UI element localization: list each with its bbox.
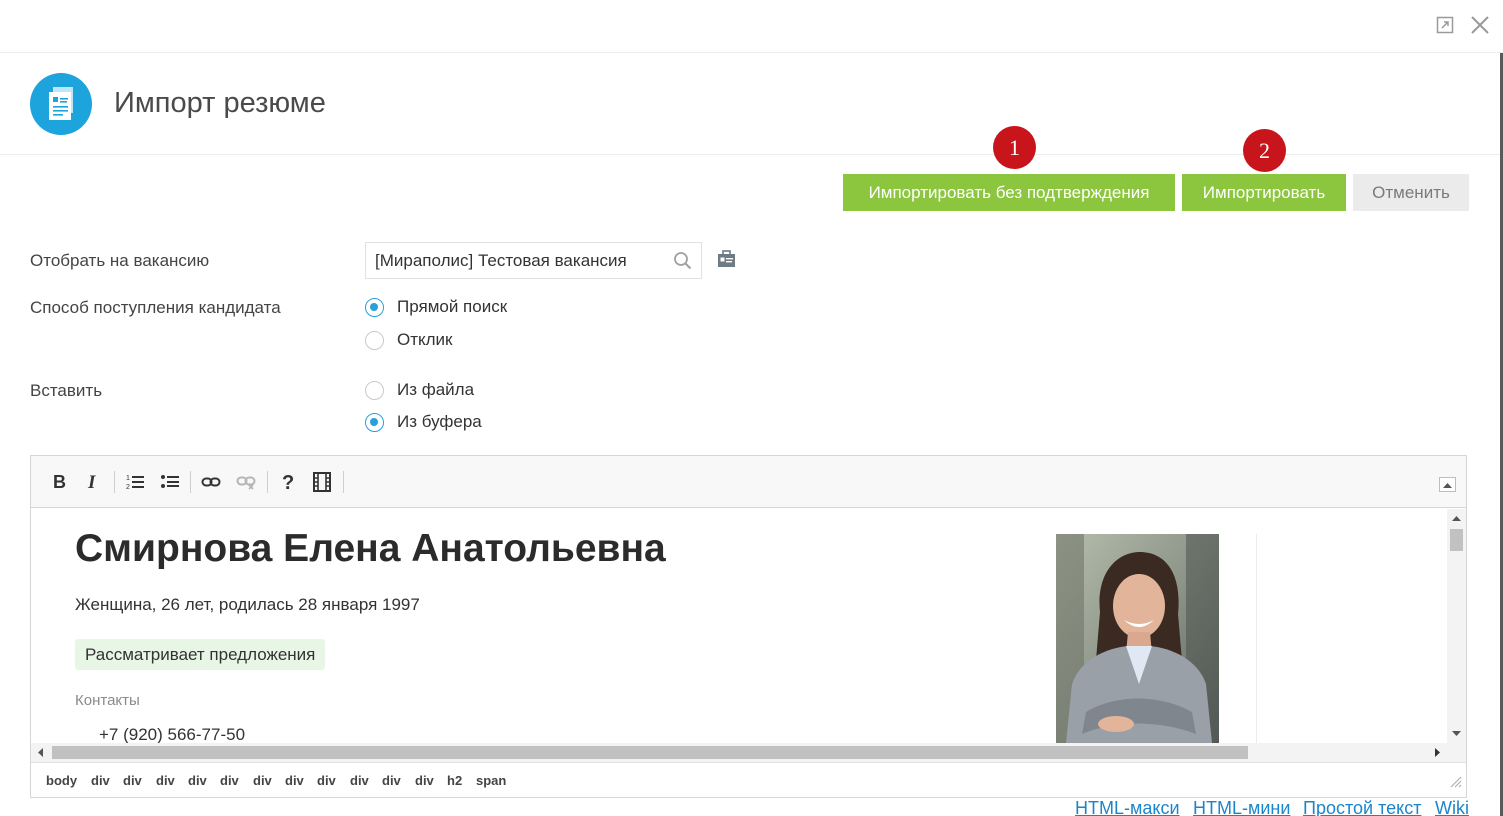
- editor-content[interactable]: Смирнова Елена Анатольевна Женщина, 26 л…: [31, 509, 1447, 743]
- path-item[interactable]: div: [188, 773, 207, 788]
- path-item[interactable]: div: [382, 773, 401, 788]
- rich-text-editor: B I 12 ? Смирнова Елена Анатольевна Женщ…: [30, 455, 1467, 798]
- svg-text:2: 2: [126, 484, 130, 491]
- radio-button[interactable]: [365, 330, 384, 350]
- ordered-list-icon[interactable]: 12: [122, 469, 148, 495]
- editor-toolbar: B I 12 ?: [31, 456, 1466, 508]
- mode-wiki[interactable]: Wiki: [1435, 798, 1469, 816]
- toolbar-divider: [343, 471, 344, 493]
- radio-button-checked[interactable]: [365, 412, 384, 432]
- svg-text:?: ?: [282, 472, 294, 492]
- page-title: Импорт резюме: [114, 87, 326, 119]
- path-item[interactable]: h2: [447, 773, 462, 788]
- element-path-bar: body div div div div div div div div div…: [31, 762, 1466, 797]
- radio-button[interactable]: [365, 380, 384, 400]
- vacancy-label: Отобрать на вакансию: [30, 251, 210, 270]
- import-without-confirmation-button[interactable]: Импортировать без подтверждения: [843, 174, 1175, 211]
- contacts-heading: Контакты: [75, 692, 140, 709]
- link-icon[interactable]: [198, 469, 224, 495]
- radio-label: Прямой поиск: [397, 297, 508, 316]
- insert-label: Вставить: [30, 381, 103, 400]
- import-button[interactable]: Импортировать: [1182, 174, 1346, 211]
- mode-html-maxi[interactable]: HTML-макси: [1075, 798, 1180, 816]
- vacancy-value: [Мираполис] Тестовая вакансия: [375, 251, 627, 270]
- toolbar-divider: [190, 471, 191, 493]
- scroll-corner: [1447, 743, 1466, 762]
- path-item[interactable]: div: [156, 773, 175, 788]
- path-item[interactable]: span: [476, 773, 506, 788]
- step-badge-1: 1: [993, 126, 1036, 169]
- horizontal-scroll-thumb[interactable]: [52, 746, 1248, 759]
- radio-direct-search[interactable]: Прямой поиск: [365, 297, 507, 317]
- path-item[interactable]: div: [253, 773, 272, 788]
- mode-plain-text[interactable]: Простой текст: [1303, 798, 1421, 816]
- content-divider: [1256, 534, 1257, 743]
- candidate-photo: [1056, 534, 1219, 743]
- video-icon[interactable]: [309, 469, 335, 495]
- radio-from-file[interactable]: Из файла: [365, 380, 474, 400]
- window-top-bar: [0, 0, 1503, 53]
- horizontal-scrollbar[interactable]: [31, 743, 1447, 762]
- radio-from-clipboard[interactable]: Из буфера: [365, 412, 482, 432]
- radio-label: Отклик: [397, 330, 453, 349]
- path-item[interactable]: div: [415, 773, 434, 788]
- resume-info: Женщина, 26 лет, родилась 28 января 1997: [75, 595, 420, 614]
- close-icon[interactable]: [1469, 14, 1491, 36]
- italic-icon[interactable]: I: [80, 469, 106, 495]
- path-item[interactable]: div: [317, 773, 336, 788]
- toolbar-divider: [267, 471, 268, 493]
- step-badge-2: 2: [1243, 129, 1286, 172]
- radio-button-checked[interactable]: [365, 297, 384, 317]
- radio-response[interactable]: Отклик: [365, 330, 453, 350]
- vertical-scroll-thumb[interactable]: [1450, 529, 1463, 551]
- document-icon: [30, 73, 92, 135]
- radio-label: Из буфера: [397, 412, 482, 431]
- cancel-button[interactable]: Отменить: [1353, 174, 1469, 211]
- bullet-list-icon[interactable]: [157, 469, 183, 495]
- path-item[interactable]: div: [123, 773, 142, 788]
- vacancy-input[interactable]: [Мираполис] Тестовая вакансия: [365, 242, 702, 279]
- maximize-icon[interactable]: [1434, 14, 1456, 36]
- toolbar-divider: [114, 471, 115, 493]
- help-icon[interactable]: ?: [275, 469, 301, 495]
- path-item[interactable]: div: [285, 773, 304, 788]
- path-item[interactable]: div: [220, 773, 239, 788]
- vertical-scrollbar[interactable]: [1447, 509, 1466, 743]
- bold-icon[interactable]: B: [46, 469, 72, 495]
- vacancy-card-icon[interactable]: [717, 250, 736, 273]
- path-item[interactable]: body: [46, 773, 77, 788]
- svg-text:B: B: [53, 473, 66, 491]
- status-badge: Рассматривает предложения: [75, 639, 326, 670]
- unlink-icon[interactable]: [233, 469, 259, 495]
- svg-text:I: I: [87, 473, 96, 491]
- mode-html-mini[interactable]: HTML-мини: [1193, 798, 1290, 816]
- source-label: Способ поступления кандидата: [30, 298, 281, 317]
- search-icon[interactable]: [673, 251, 692, 275]
- phone-number: +7 (920) 566-77-50: [99, 725, 246, 743]
- path-item[interactable]: div: [91, 773, 110, 788]
- collapse-toolbar-icon[interactable]: [1439, 477, 1456, 492]
- resume-name: Смирнова Елена Анатольевна: [75, 527, 666, 570]
- radio-label: Из файла: [397, 380, 475, 399]
- resize-handle-icon[interactable]: [1450, 775, 1462, 793]
- svg-text:1: 1: [126, 475, 130, 482]
- path-item[interactable]: div: [350, 773, 369, 788]
